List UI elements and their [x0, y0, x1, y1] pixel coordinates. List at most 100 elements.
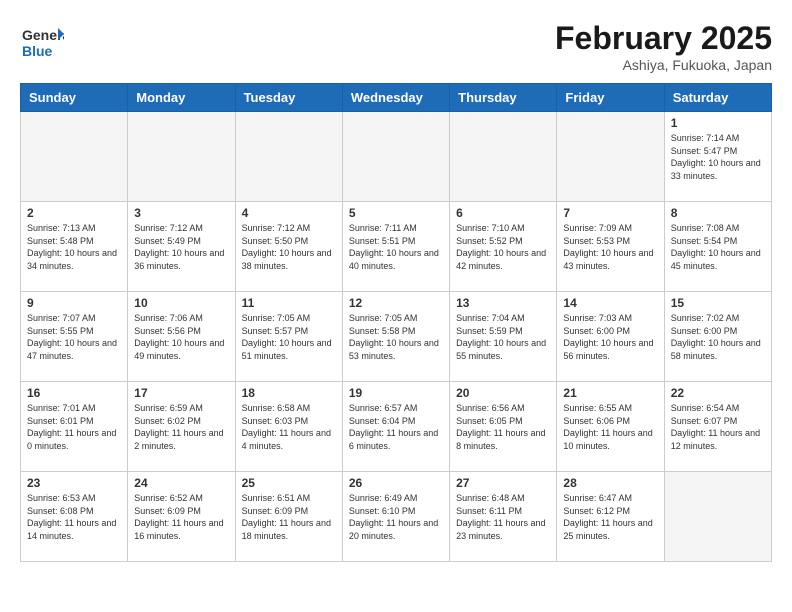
day-cell: 6 Sunrise: 7:10 AM Sunset: 5:52 PM Daylig… — [450, 202, 557, 292]
day-number: 19 — [349, 386, 443, 400]
weekday-header-tuesday: Tuesday — [235, 84, 342, 112]
day-cell: 27 Sunrise: 6:48 AM Sunset: 6:11 PM Dayli… — [450, 472, 557, 562]
day-info: Sunrise: 7:12 AM Sunset: 5:50 PM Dayligh… — [242, 222, 336, 272]
day-cell: 13 Sunrise: 7:04 AM Sunset: 5:59 PM Dayli… — [450, 292, 557, 382]
day-number: 18 — [242, 386, 336, 400]
day-info: Sunrise: 6:56 AM Sunset: 6:05 PM Dayligh… — [456, 402, 550, 452]
day-cell: 10 Sunrise: 7:06 AM Sunset: 5:56 PM Dayli… — [128, 292, 235, 382]
day-number: 1 — [671, 116, 765, 130]
day-number: 9 — [27, 296, 121, 310]
day-number: 21 — [563, 386, 657, 400]
day-info: Sunrise: 7:06 AM Sunset: 5:56 PM Dayligh… — [134, 312, 228, 362]
day-cell: 20 Sunrise: 6:56 AM Sunset: 6:05 PM Dayli… — [450, 382, 557, 472]
day-number: 24 — [134, 476, 228, 490]
calendar-title: February 2025 — [555, 20, 772, 57]
day-info: Sunrise: 7:10 AM Sunset: 5:52 PM Dayligh… — [456, 222, 550, 272]
day-info: Sunrise: 7:13 AM Sunset: 5:48 PM Dayligh… — [27, 222, 121, 272]
day-cell — [664, 472, 771, 562]
day-number: 28 — [563, 476, 657, 490]
weekday-header-monday: Monday — [128, 84, 235, 112]
weekday-header-saturday: Saturday — [664, 84, 771, 112]
weekday-header-sunday: Sunday — [21, 84, 128, 112]
weekday-header-wednesday: Wednesday — [342, 84, 449, 112]
day-info: Sunrise: 7:11 AM Sunset: 5:51 PM Dayligh… — [349, 222, 443, 272]
day-number: 10 — [134, 296, 228, 310]
day-cell — [557, 112, 664, 202]
day-info: Sunrise: 6:51 AM Sunset: 6:09 PM Dayligh… — [242, 492, 336, 542]
day-info: Sunrise: 7:09 AM Sunset: 5:53 PM Dayligh… — [563, 222, 657, 272]
day-cell — [342, 112, 449, 202]
day-number: 3 — [134, 206, 228, 220]
weekday-header-friday: Friday — [557, 84, 664, 112]
day-info: Sunrise: 7:12 AM Sunset: 5:49 PM Dayligh… — [134, 222, 228, 272]
title-area: February 2025 Ashiya, Fukuoka, Japan — [555, 20, 772, 73]
day-info: Sunrise: 6:59 AM Sunset: 6:02 PM Dayligh… — [134, 402, 228, 452]
day-cell: 18 Sunrise: 6:58 AM Sunset: 6:03 PM Dayli… — [235, 382, 342, 472]
day-info: Sunrise: 7:08 AM Sunset: 5:54 PM Dayligh… — [671, 222, 765, 272]
day-info: Sunrise: 6:58 AM Sunset: 6:03 PM Dayligh… — [242, 402, 336, 452]
week-row-1: 1 Sunrise: 7:14 AM Sunset: 5:47 PM Daylig… — [21, 112, 772, 202]
day-cell: 2 Sunrise: 7:13 AM Sunset: 5:48 PM Daylig… — [21, 202, 128, 292]
day-info: Sunrise: 6:52 AM Sunset: 6:09 PM Dayligh… — [134, 492, 228, 542]
day-cell: 12 Sunrise: 7:05 AM Sunset: 5:58 PM Dayli… — [342, 292, 449, 382]
day-number: 13 — [456, 296, 550, 310]
day-info: Sunrise: 7:04 AM Sunset: 5:59 PM Dayligh… — [456, 312, 550, 362]
day-number: 2 — [27, 206, 121, 220]
day-cell — [128, 112, 235, 202]
day-cell: 1 Sunrise: 7:14 AM Sunset: 5:47 PM Daylig… — [664, 112, 771, 202]
svg-text:Blue: Blue — [22, 43, 53, 59]
calendar-subtitle: Ashiya, Fukuoka, Japan — [555, 57, 772, 73]
week-row-5: 23Sunrise: 6:53 AM Sunset: 6:08 PM Dayli… — [21, 472, 772, 562]
weekday-header-row: SundayMondayTuesdayWednesdayThursdayFrid… — [21, 84, 772, 112]
logo: General Blue — [20, 20, 64, 64]
day-number: 20 — [456, 386, 550, 400]
day-cell: 21 Sunrise: 6:55 AM Sunset: 6:06 PM Dayli… — [557, 382, 664, 472]
day-number: 6 — [456, 206, 550, 220]
day-cell — [450, 112, 557, 202]
day-number: 12 — [349, 296, 443, 310]
header: General Blue February 2025 Ashiya, Fukuo… — [20, 20, 772, 73]
day-cell: 25Sunrise: 6:51 AM Sunset: 6:09 PM Dayli… — [235, 472, 342, 562]
day-number: 4 — [242, 206, 336, 220]
day-info: Sunrise: 6:57 AM Sunset: 6:04 PM Dayligh… — [349, 402, 443, 452]
day-cell: 17Sunrise: 6:59 AM Sunset: 6:02 PM Dayli… — [128, 382, 235, 472]
day-cell: 15 Sunrise: 7:02 AM Sunset: 6:00 PM Dayli… — [664, 292, 771, 382]
day-number: 16 — [27, 386, 121, 400]
day-info: Sunrise: 7:03 AM Sunset: 6:00 PM Dayligh… — [563, 312, 657, 362]
day-cell: 14 Sunrise: 7:03 AM Sunset: 6:00 PM Dayli… — [557, 292, 664, 382]
day-info: Sunrise: 7:14 AM Sunset: 5:47 PM Dayligh… — [671, 132, 765, 182]
day-cell: 5 Sunrise: 7:11 AM Sunset: 5:51 PM Daylig… — [342, 202, 449, 292]
day-cell: 9 Sunrise: 7:07 AM Sunset: 5:55 PM Daylig… — [21, 292, 128, 382]
day-cell: 16 Sunrise: 7:01 AM Sunset: 6:01 PM Dayli… — [21, 382, 128, 472]
day-info: Sunrise: 6:48 AM Sunset: 6:11 PM Dayligh… — [456, 492, 550, 542]
day-info: Sunrise: 7:05 AM Sunset: 5:57 PM Dayligh… — [242, 312, 336, 362]
day-cell: 24 Sunrise: 6:52 AM Sunset: 6:09 PM Dayli… — [128, 472, 235, 562]
weekday-header-thursday: Thursday — [450, 84, 557, 112]
day-info: Sunrise: 6:47 AM Sunset: 6:12 PM Dayligh… — [563, 492, 657, 542]
day-number: 5 — [349, 206, 443, 220]
day-number: 11 — [242, 296, 336, 310]
day-cell — [235, 112, 342, 202]
day-number: 27 — [456, 476, 550, 490]
day-info: Sunrise: 7:05 AM Sunset: 5:58 PM Dayligh… — [349, 312, 443, 362]
day-number: 15 — [671, 296, 765, 310]
day-cell: 11 Sunrise: 7:05 AM Sunset: 5:57 PM Dayli… — [235, 292, 342, 382]
day-number: 8 — [671, 206, 765, 220]
day-info: Sunrise: 6:54 AM Sunset: 6:07 PM Dayligh… — [671, 402, 765, 452]
day-number: 14 — [563, 296, 657, 310]
svg-text:General: General — [22, 27, 64, 43]
day-cell: 8 Sunrise: 7:08 AM Sunset: 5:54 PM Daylig… — [664, 202, 771, 292]
day-info: Sunrise: 7:07 AM Sunset: 5:55 PM Dayligh… — [27, 312, 121, 362]
day-info: Sunrise: 7:02 AM Sunset: 6:00 PM Dayligh… — [671, 312, 765, 362]
day-info: Sunrise: 6:55 AM Sunset: 6:06 PM Dayligh… — [563, 402, 657, 452]
day-cell — [21, 112, 128, 202]
day-cell: 23Sunrise: 6:53 AM Sunset: 6:08 PM Dayli… — [21, 472, 128, 562]
day-cell: 26Sunrise: 6:49 AM Sunset: 6:10 PM Dayli… — [342, 472, 449, 562]
week-row-4: 16 Sunrise: 7:01 AM Sunset: 6:01 PM Dayli… — [21, 382, 772, 472]
day-info: Sunrise: 7:01 AM Sunset: 6:01 PM Dayligh… — [27, 402, 121, 452]
logo-icon: General Blue — [20, 20, 64, 64]
calendar-table: SundayMondayTuesdayWednesdayThursdayFrid… — [20, 83, 772, 562]
week-row-3: 9 Sunrise: 7:07 AM Sunset: 5:55 PM Daylig… — [21, 292, 772, 382]
day-cell: 3 Sunrise: 7:12 AM Sunset: 5:49 PM Daylig… — [128, 202, 235, 292]
day-number: 23 — [27, 476, 121, 490]
